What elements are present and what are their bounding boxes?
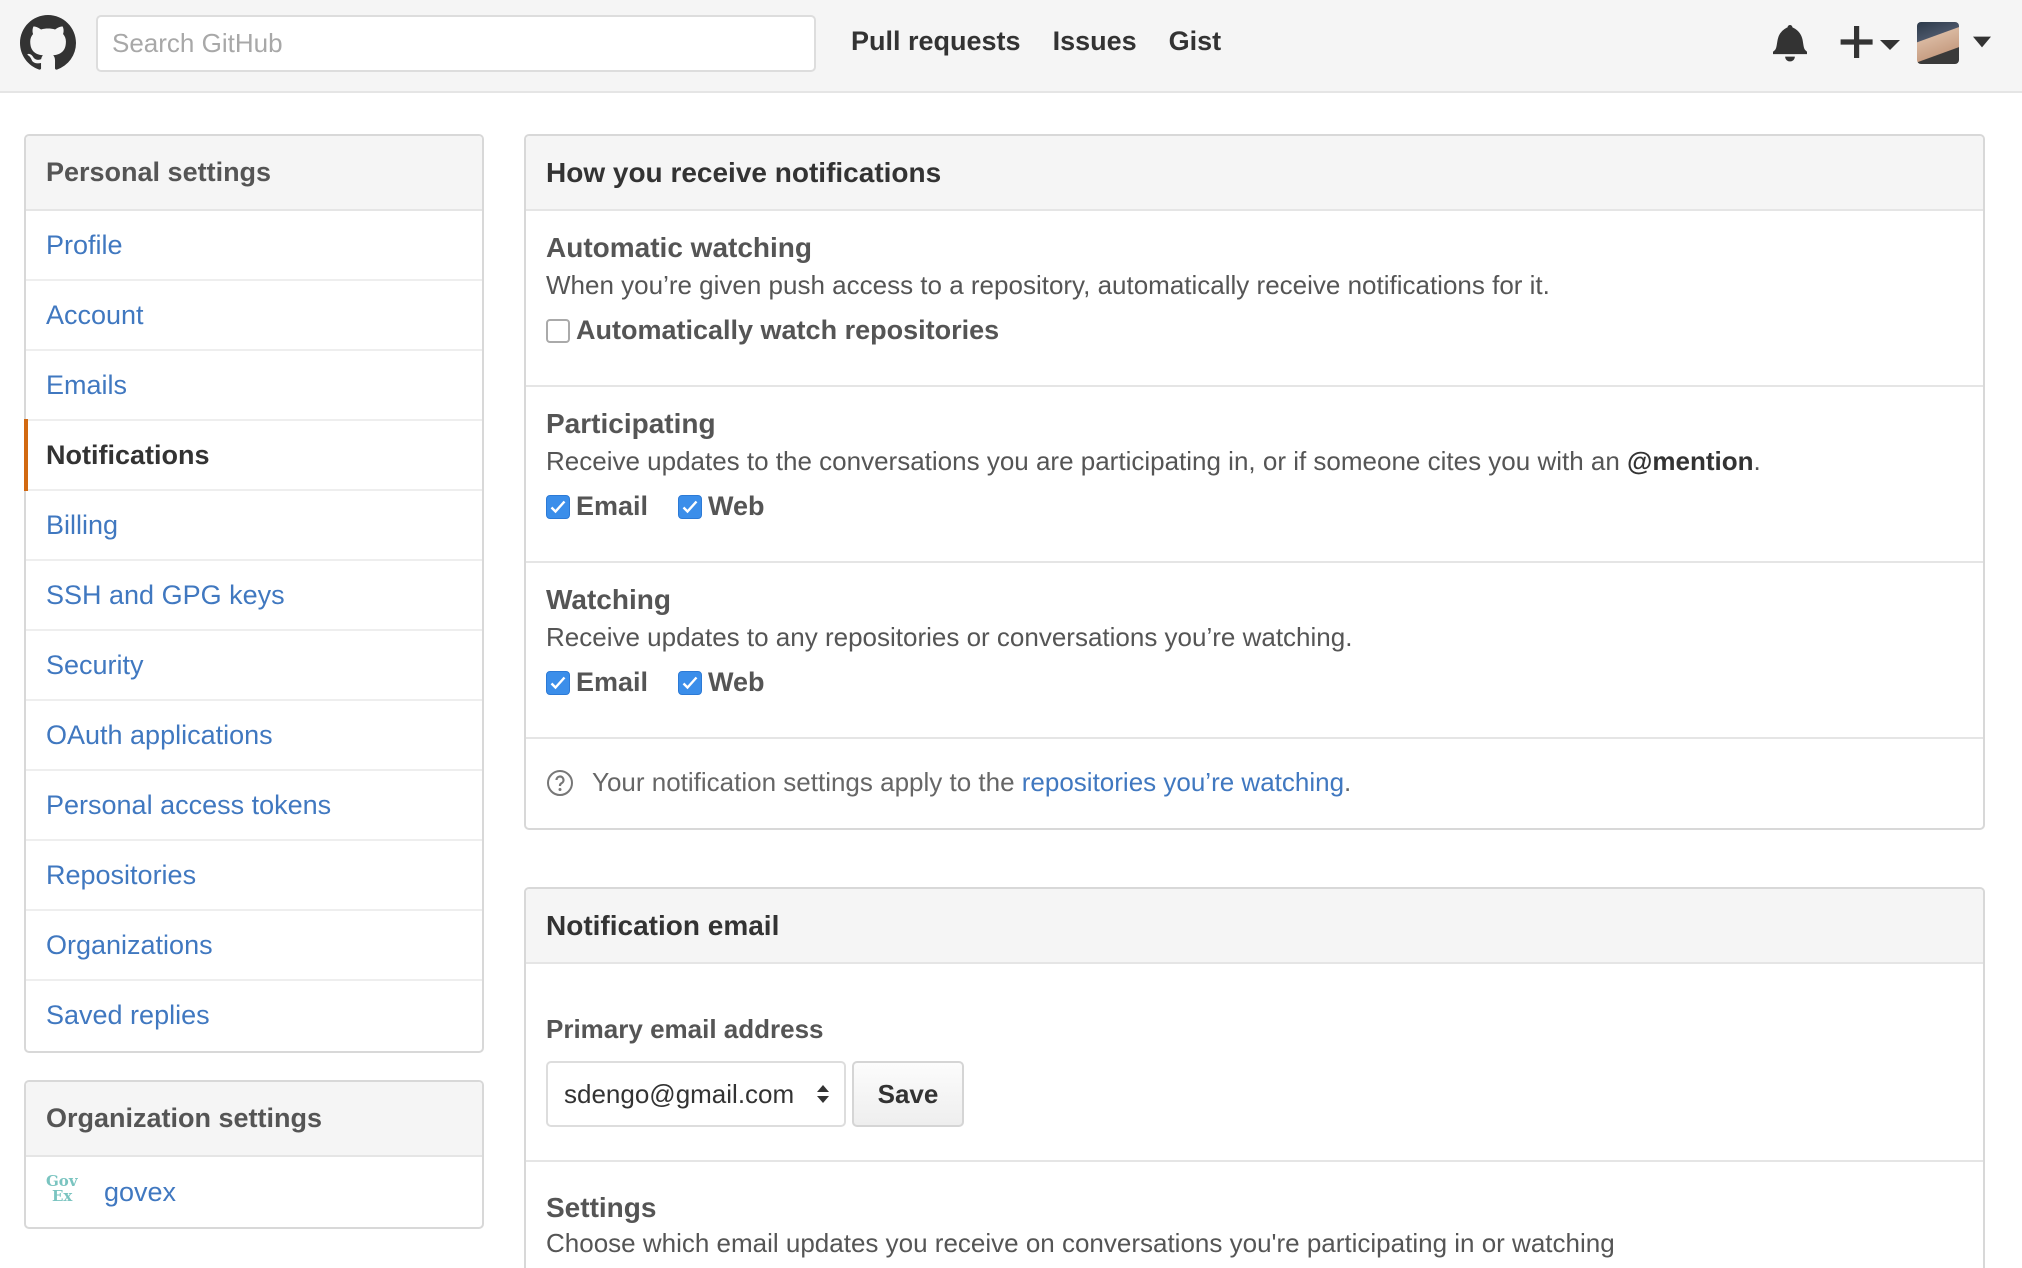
sidebar-item-repositories[interactable]: Repositories <box>26 841 482 911</box>
watching-note-section: Your notification settings apply to the … <box>526 739 1983 828</box>
participating-email-checkbox[interactable] <box>546 494 570 519</box>
nav-pull-requests[interactable]: Pull requests <box>851 26 1021 57</box>
sidebar-item-saved-replies[interactable]: Saved replies <box>26 981 482 1051</box>
check-icon <box>682 676 698 689</box>
sidebar-item-notifications[interactable]: Notifications <box>24 419 482 491</box>
watching-email-label[interactable]: Email <box>576 667 648 698</box>
nav-gist[interactable]: Gist <box>1169 26 1222 57</box>
org-name: govex <box>104 1177 177 1207</box>
email-settings-heading: Settings <box>546 1192 657 1223</box>
watching-email-checkbox[interactable] <box>546 670 570 695</box>
participating-web-checkbox[interactable] <box>678 494 703 519</box>
repositories-watching-link[interactable]: repositories you’re watching <box>1022 767 1344 797</box>
primary-email-section: Primary email address sdengo@gmail.com S… <box>526 964 1983 1162</box>
check-icon <box>682 500 698 513</box>
notification-email-title: Notification email <box>526 889 1983 964</box>
receive-notifications-title: How you receive notifications <box>526 136 1983 211</box>
selected-email: sdengo@gmail.com <box>564 1078 795 1109</box>
govex-logo: Gov Ex <box>46 1172 78 1205</box>
watching-note: Your notification settings apply to the … <box>546 739 1963 826</box>
watching-note-text: Your notification settings apply to the … <box>592 767 1352 797</box>
primary-email-label: Primary email address <box>546 1014 824 1044</box>
participating-description: Receive updates to the conversations you… <box>546 446 1761 476</box>
sidebar-item-emails[interactable]: Emails <box>26 351 482 421</box>
receive-notifications-box: How you receive notifications Automatic … <box>524 134 1985 830</box>
primary-email-controls: sdengo@gmail.com Save <box>546 1061 1963 1127</box>
automatic-watching-section: Automatic watching When you’re given pus… <box>526 211 1983 387</box>
email-settings-section: Settings Choose which email updates you … <box>526 1162 1983 1259</box>
top-header: Pull requests Issues Gist <box>0 0 2022 93</box>
sidebar-item-ssh-gpg-keys[interactable]: SSH and GPG keys <box>26 561 482 631</box>
sidebar-item-profile[interactable]: Profile <box>26 211 482 281</box>
watching-description: Receive updates to any repositories or c… <box>546 622 1353 652</box>
search-input[interactable] <box>96 15 816 72</box>
create-new-icon[interactable] <box>1838 22 1902 62</box>
primary-email-select[interactable]: sdengo@gmail.com <box>546 1061 846 1127</box>
watching-web-label[interactable]: Web <box>708 667 765 698</box>
github-logo-icon[interactable] <box>20 15 76 71</box>
auto-watch-checkbox[interactable] <box>546 318 570 343</box>
nav-issues[interactable]: Issues <box>1053 26 1137 57</box>
participating-heading: Participating <box>546 408 716 439</box>
mention-text: @mention <box>1627 446 1754 476</box>
automatic-watching-description: When you’re given push access to a repos… <box>546 270 1550 300</box>
sidebar-item-org-govex[interactable]: Gov Ex govex <box>26 1157 482 1227</box>
question-icon <box>547 769 573 796</box>
check-icon <box>550 676 566 689</box>
auto-watch-checkbox-row[interactable]: Automatically watch repositories <box>546 315 1963 346</box>
watching-web-checkbox[interactable] <box>678 670 703 695</box>
email-settings-description: Choose which email updates you receive o… <box>546 1228 1615 1258</box>
chevron-down-icon <box>1973 36 1991 48</box>
sidebar-item-billing[interactable]: Billing <box>26 491 482 561</box>
check-icon <box>550 500 566 513</box>
organization-settings-heading: Organization settings <box>26 1082 482 1157</box>
bell-icon[interactable] <box>1773 22 1807 62</box>
watching-heading: Watching <box>546 584 671 615</box>
participating-section: Participating Receive updates to the con… <box>526 387 1983 563</box>
sidebar-item-security[interactable]: Security <box>26 631 482 701</box>
sidebar-item-personal-access-tokens[interactable]: Personal access tokens <box>26 771 482 841</box>
top-nav: Pull requests Issues Gist <box>851 26 1221 57</box>
automatic-watching-heading: Automatic watching <box>546 232 813 263</box>
organization-settings-menu: Organization settings Gov Ex govex <box>24 1080 484 1229</box>
personal-settings-menu: Personal settings Profile Account Emails… <box>24 134 484 1053</box>
participating-web-label[interactable]: Web <box>708 491 765 522</box>
sidebar-item-oauth-applications[interactable]: OAuth applications <box>26 701 482 771</box>
save-button[interactable]: Save <box>852 1061 964 1127</box>
personal-settings-heading: Personal settings <box>26 136 482 211</box>
watching-section: Watching Receive updates to any reposito… <box>526 563 1983 739</box>
notification-email-box: Notification email Primary email address… <box>524 887 1985 1268</box>
watching-options: Email Web <box>546 667 1963 698</box>
participating-email-label[interactable]: Email <box>576 491 648 522</box>
user-menu[interactable] <box>1917 22 2005 66</box>
sidebar-item-organizations[interactable]: Organizations <box>26 911 482 981</box>
auto-watch-label[interactable]: Automatically watch repositories <box>576 315 999 346</box>
sidebar-item-account[interactable]: Account <box>26 281 482 351</box>
avatar[interactable] <box>1917 22 1959 64</box>
participating-options: Email Web <box>546 491 1963 522</box>
select-arrows-icon <box>817 1085 829 1103</box>
